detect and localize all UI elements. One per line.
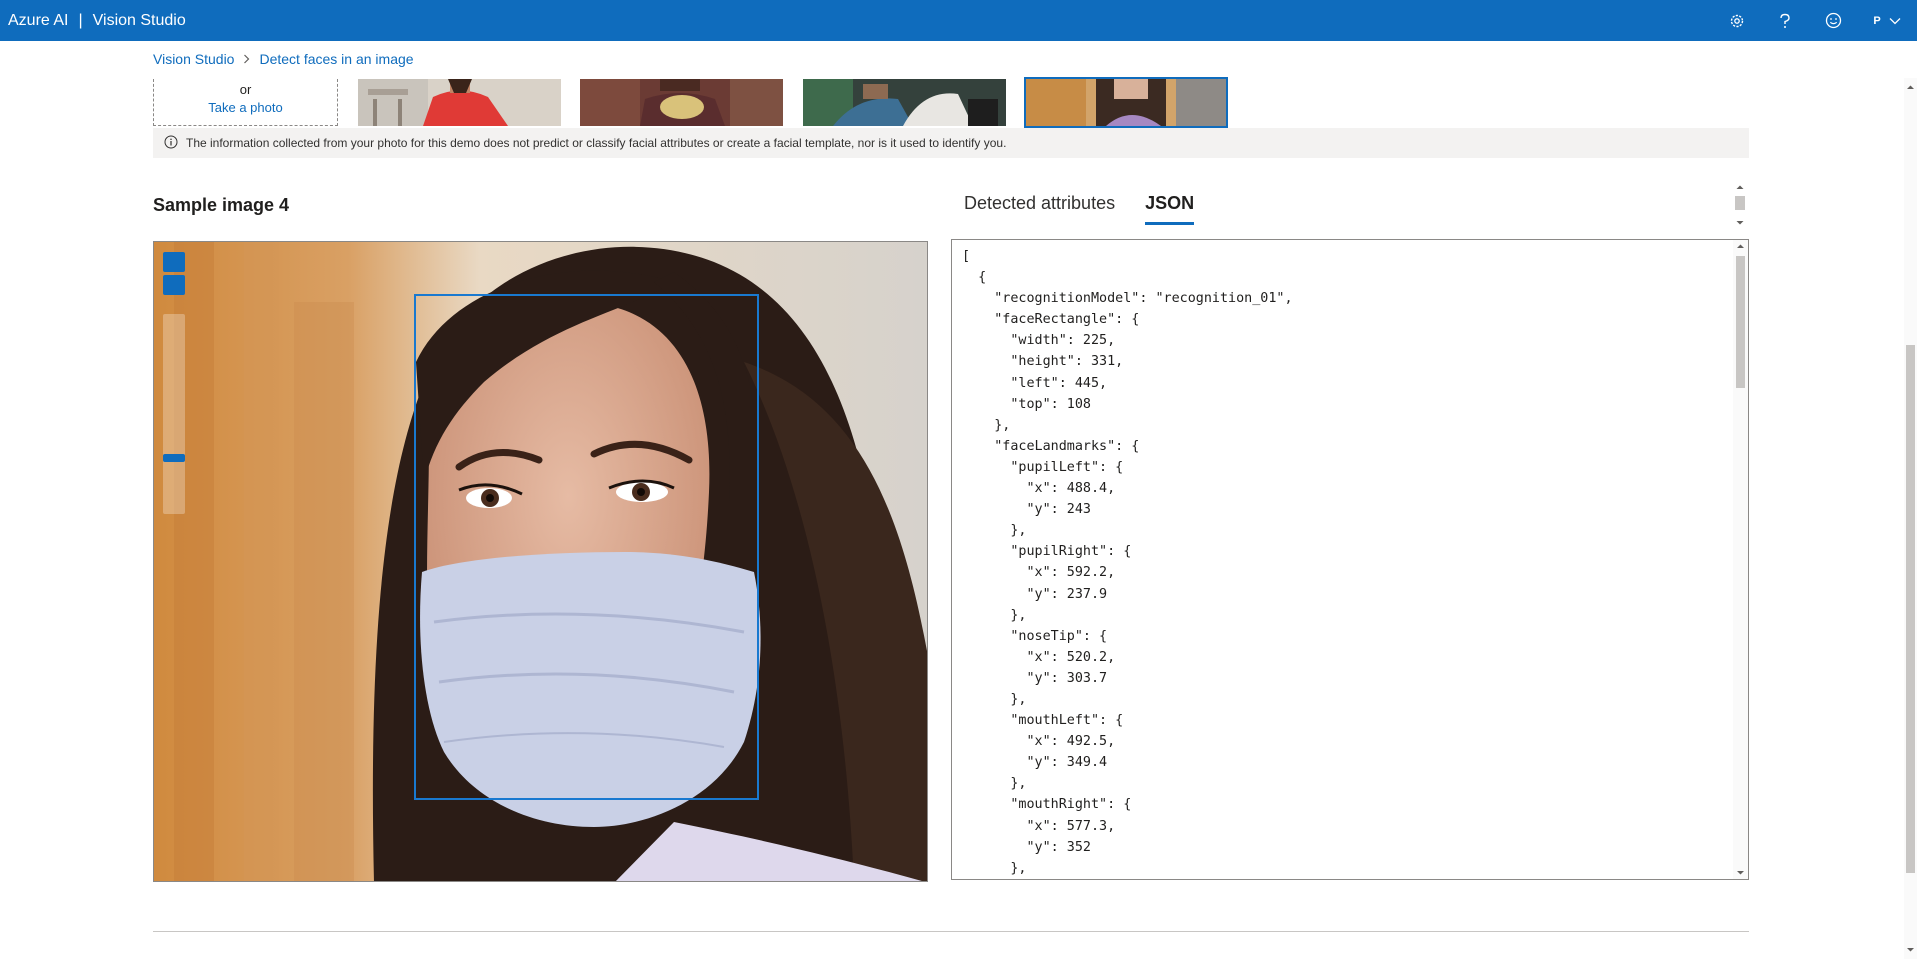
json-line: }, <box>962 776 1027 792</box>
tabs-scrollbar[interactable] <box>1732 183 1748 227</box>
page-scrollbar[interactable] <box>1904 78 1917 959</box>
feedback-icon[interactable] <box>1809 0 1857 41</box>
avatar: P <box>1873 14 1881 27</box>
sample-thumbnail-2[interactable] <box>580 79 783 126</box>
take-photo-link[interactable]: Take a photo <box>154 100 337 115</box>
account-menu[interactable]: P <box>1857 0 1917 41</box>
top-bar: Azure AI | Vision Studio P <box>0 0 1917 41</box>
json-line: "recognitionModel": "recognition_01", <box>962 291 1293 307</box>
chevron-down-icon <box>1889 17 1901 24</box>
page-scrollbar-thumb[interactable] <box>1906 345 1915 873</box>
json-line: "x": 520.2, <box>962 649 1116 665</box>
json-line: "y": 303.7 <box>962 670 1108 686</box>
breadcrumb-detect-faces[interactable]: Detect faces in an image <box>259 51 413 67</box>
breadcrumb-vision-studio[interactable]: Vision Studio <box>153 51 234 67</box>
top-bar-actions: P <box>1713 0 1917 41</box>
json-line: "noseTip": { <box>962 628 1108 644</box>
json-scrollbar[interactable] <box>1733 240 1748 879</box>
brand[interactable]: Azure AI | Vision Studio <box>0 12 186 30</box>
json-line: "mouthRight": { <box>962 797 1132 813</box>
json-line: "y": 243 <box>962 502 1091 518</box>
json-line: "x": 592.2, <box>962 565 1116 581</box>
sample-image-title: Sample image 4 <box>153 195 290 215</box>
privacy-info-text: The information collected from your phot… <box>186 136 1007 150</box>
json-line: }, <box>962 691 1027 707</box>
json-line: }, <box>962 523 1027 539</box>
json-line: "faceLandmarks": { <box>962 438 1140 454</box>
tab-json[interactable]: JSON <box>1145 193 1195 225</box>
zoom-in-button[interactable] <box>163 252 185 272</box>
sample-thumbnail-3[interactable] <box>803 79 1006 126</box>
tab-detected-attributes[interactable]: Detected attributes <box>964 193 1115 225</box>
json-line: [ <box>962 249 971 264</box>
json-line: { <box>962 270 987 286</box>
zoom-slider-handle[interactable] <box>163 454 185 462</box>
help-icon[interactable] <box>1761 0 1809 41</box>
json-line: "pupilLeft": { <box>962 459 1124 475</box>
sample-image-viewer <box>153 241 928 882</box>
json-line: }, <box>962 860 1027 876</box>
json-line: "x": 488.4, <box>962 481 1116 497</box>
result-tabs: Detected attributes JSON <box>964 193 1195 225</box>
settings-icon[interactable] <box>1713 0 1761 41</box>
json-line: }, <box>962 607 1027 623</box>
or-label: or <box>239 82 252 97</box>
json-line: "height": 331, <box>962 354 1124 370</box>
brand-vision-studio: Vision Studio <box>92 11 186 29</box>
json-line: "pupilRight": { <box>962 544 1132 560</box>
json-line: "mouthLeft": { <box>962 713 1124 729</box>
sample-thumbnail-1[interactable] <box>358 79 561 126</box>
info-icon <box>164 135 178 152</box>
json-code: [ { "recognitionModel": "recognition_01"… <box>962 246 1293 879</box>
privacy-info-bar: The information collected from your phot… <box>153 128 1749 158</box>
json-scrollbar-thumb[interactable] <box>1736 256 1745 388</box>
bottom-divider <box>153 931 1749 932</box>
json-line: "y": 352 <box>962 839 1091 855</box>
chevron-right-icon <box>243 51 250 67</box>
json-line: "left": 445, <box>962 375 1108 391</box>
brand-azure-ai: Azure AI <box>8 11 69 29</box>
json-output-panel[interactable]: [ { "recognitionModel": "recognition_01"… <box>951 239 1749 880</box>
sample-thumbnail-4[interactable] <box>1024 77 1228 128</box>
json-line: "x": 492.5, <box>962 734 1116 750</box>
json-line: "width": 225, <box>962 333 1116 349</box>
json-line: "top": 108 <box>962 396 1091 412</box>
upload-area[interactable]: or Take a photo <box>153 79 338 126</box>
json-line: "y": 237.9 <box>962 586 1108 602</box>
json-line: }, <box>962 417 1011 433</box>
json-line: "faceRectangle": { <box>962 312 1140 328</box>
brand-separator: | <box>78 11 83 29</box>
zoom-out-button[interactable] <box>163 275 185 295</box>
breadcrumb: Vision Studio Detect faces in an image <box>153 51 414 67</box>
zoom-slider-track[interactable] <box>163 314 185 514</box>
face-bounding-box <box>414 294 759 800</box>
json-line: "y": 349.4 <box>962 755 1108 771</box>
json-line: "x": 577.3, <box>962 818 1116 834</box>
